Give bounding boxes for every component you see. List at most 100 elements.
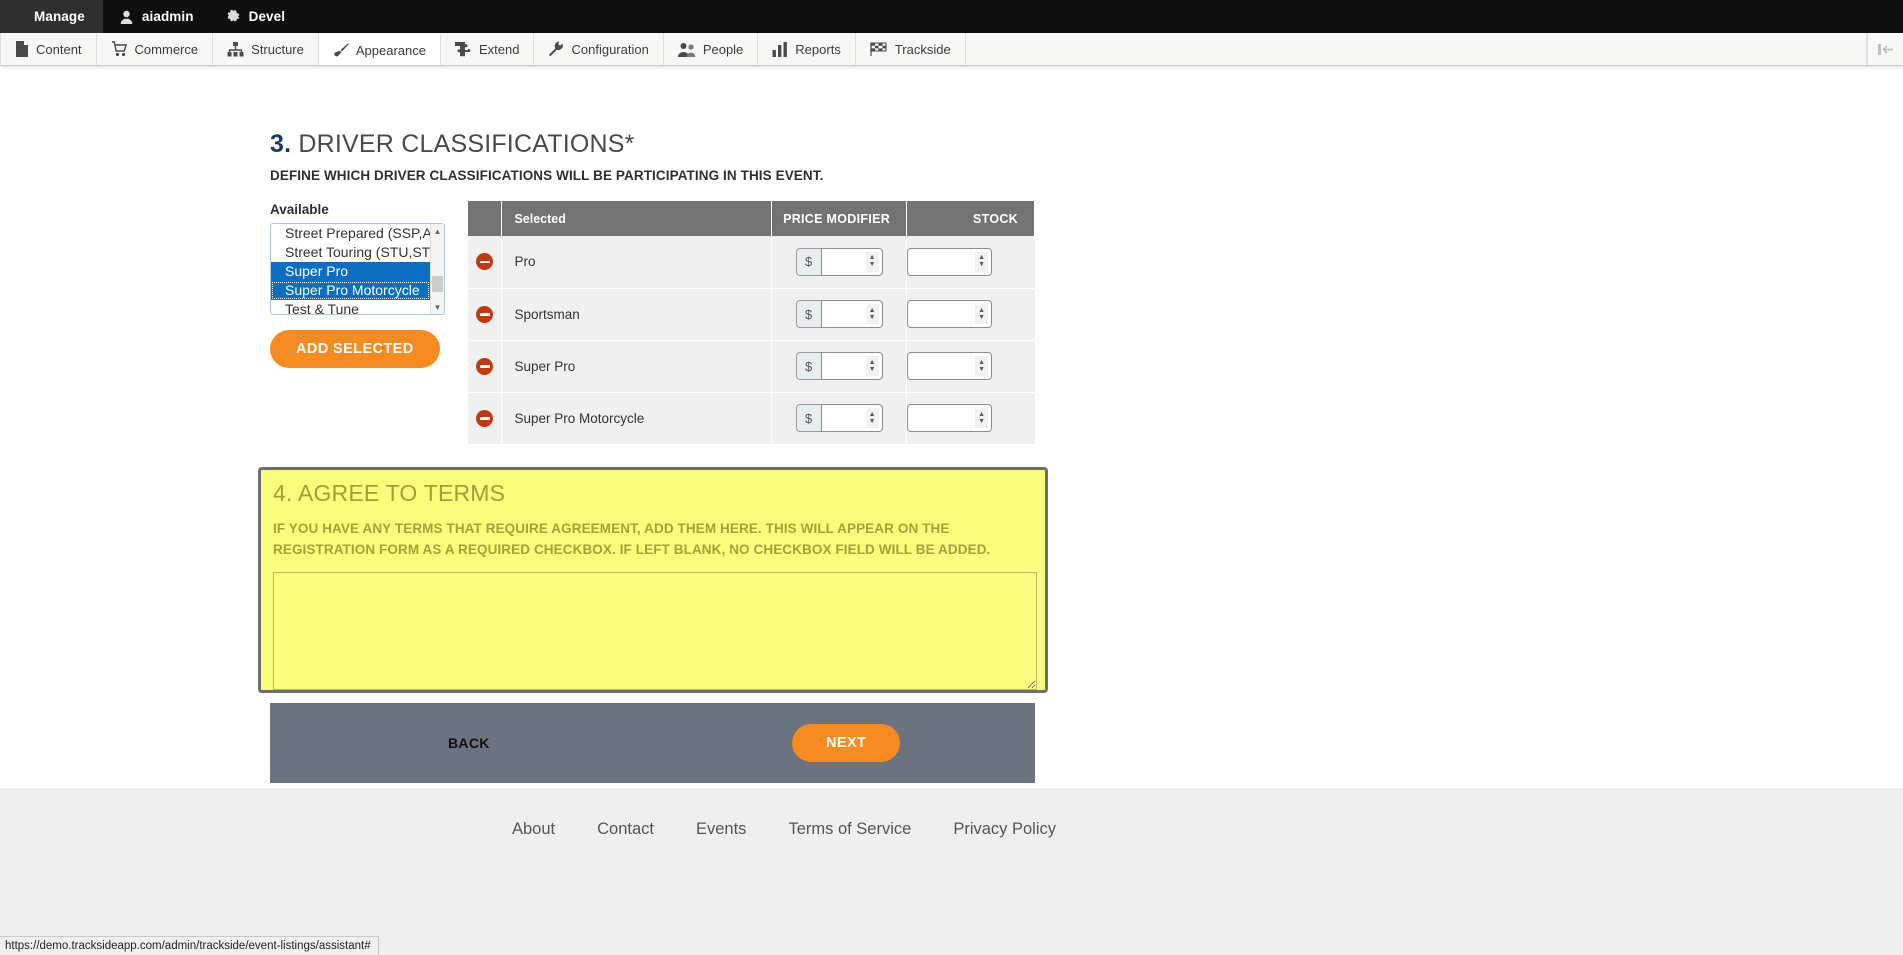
classification-name: Super Pro Motorcycle — [501, 392, 773, 445]
next-button[interactable]: NEXT — [792, 724, 901, 762]
cart-icon — [111, 41, 128, 57]
list-item[interactable]: Super Pro Motorcycle — [271, 281, 430, 300]
table-header: Selected PRICE MODIFIER STOCK — [468, 201, 1035, 236]
people-icon — [677, 42, 696, 57]
remove-icon[interactable] — [476, 253, 494, 271]
price-modifier-cell: $ ▲ ▼ — [771, 340, 908, 393]
listbox-options: Street Prepared (SSP,ASP Street Touring … — [271, 224, 430, 314]
remove-row-cell[interactable] — [468, 392, 503, 445]
list-item[interactable]: Street Prepared (SSP,ASP — [271, 224, 430, 243]
menu-item-trackside[interactable]: Trackside — [856, 33, 966, 65]
user-icon — [119, 9, 135, 25]
menu-item-content-label: Content — [36, 41, 82, 57]
price-stepper-icon[interactable]: ▲ ▼ — [865, 304, 879, 324]
menu-item-reports-label: Reports — [795, 41, 841, 57]
scrollbar-track[interactable] — [431, 238, 444, 300]
stock-input[interactable]: ▲ ▼ — [907, 352, 993, 380]
remove-icon[interactable] — [476, 357, 494, 375]
scrollbar-thumb[interactable] — [432, 276, 443, 292]
price-modifier-group: $ ▲ ▼ — [795, 247, 883, 276]
table-header-actions — [468, 201, 503, 236]
stock-input[interactable]: ▲ ▼ — [907, 247, 993, 276]
admin-toolbar: Manage aiadmin Devel — [0, 0, 1903, 33]
scroll-up-icon[interactable]: ▲ — [431, 224, 444, 238]
list-item[interactable]: Test & Tune — [271, 300, 430, 314]
menu-item-extend[interactable]: Extend — [441, 33, 535, 65]
stock-stepper-icon[interactable]: ▲ ▼ — [975, 356, 989, 376]
menu-item-content[interactable]: Content — [0, 33, 97, 65]
menu-spacer — [966, 33, 1867, 65]
toolbar-item-devel-label: Devel — [248, 9, 286, 24]
menu-item-trackside-label: Trackside — [894, 41, 951, 57]
toolbar-item-account-label: aiadmin — [141, 9, 194, 24]
toolbar-item-manage-label: Manage — [34, 9, 85, 24]
stock-input[interactable]: ▲ ▼ — [907, 300, 993, 328]
footer-link-events[interactable]: Events — [696, 820, 746, 839]
table-header-price-modifier: PRICE MODIFIER — [771, 201, 908, 236]
remove-icon[interactable] — [476, 409, 494, 427]
bar-chart-icon — [772, 41, 788, 57]
menu-item-commerce-label: Commerce — [134, 41, 199, 57]
footer-link-about[interactable]: About — [512, 820, 555, 839]
menu-item-reports[interactable]: Reports — [758, 33, 856, 65]
menu-item-people[interactable]: People — [664, 33, 759, 65]
collapse-toolbar-icon[interactable] — [1867, 33, 1903, 65]
menu-item-configuration[interactable]: Configuration — [534, 33, 664, 65]
list-item[interactable]: Street Touring (STU,STR,S — [271, 243, 430, 262]
toolbar-item-manage[interactable]: Manage — [0, 0, 103, 33]
price-stepper-icon[interactable]: ▲ ▼ — [865, 408, 879, 428]
menu-item-structure[interactable]: Structure — [213, 33, 319, 65]
stock-input[interactable]: ▲ ▼ — [907, 404, 993, 432]
stock-stepper-icon[interactable]: ▲ ▼ — [975, 304, 989, 324]
stock-cell: ▲ ▼ — [906, 392, 1035, 445]
wizard-nav-band: BACK NEXT — [270, 703, 1035, 783]
wrench-icon — [548, 41, 564, 57]
menu-item-appearance-label: Appearance — [355, 42, 426, 58]
price-modifier-cell: $ ▲ ▼ — [771, 236, 908, 289]
section3-title: DRIVER CLASSIFICATIONS* — [298, 130, 635, 158]
agree-to-terms-panel: 4. AGREE TO TERMS IF YOU HAVE ANY TERMS … — [258, 467, 1048, 693]
section3-description: DEFINE WHICH DRIVER CLASSIFICATIONS WILL… — [270, 168, 824, 183]
menu-item-appearance[interactable]: Appearance — [318, 33, 441, 65]
remove-row-cell[interactable] — [468, 236, 503, 289]
add-selected-button[interactable]: ADD SELECTED — [270, 330, 440, 368]
classification-name: Sportsman — [501, 288, 773, 341]
price-stepper-icon[interactable]: ▲ ▼ — [865, 356, 879, 376]
terms-textarea[interactable] — [273, 571, 1037, 690]
remove-icon[interactable] — [476, 305, 494, 323]
currency-symbol: $ — [795, 352, 821, 380]
table-row: Pro $ ▲ ▼ ▲ ▼ — [468, 236, 1035, 289]
checkered-flag-icon — [870, 42, 888, 56]
price-modifier-input[interactable]: ▲ ▼ — [820, 352, 883, 380]
price-modifier-input[interactable]: ▲ ▼ — [820, 300, 883, 328]
back-button[interactable]: BACK — [448, 735, 490, 751]
puzzle-icon — [455, 41, 472, 57]
stock-stepper-icon[interactable]: ▲ ▼ — [975, 251, 989, 272]
list-item[interactable]: Super Pro — [271, 262, 430, 281]
footer-link-privacy-policy[interactable]: Privacy Policy — [953, 820, 1056, 839]
price-modifier-input[interactable]: ▲ ▼ — [820, 247, 883, 276]
structure-icon — [227, 41, 244, 57]
available-classifications-listbox[interactable]: Street Prepared (SSP,ASP Street Touring … — [270, 223, 445, 315]
section4-description: IF YOU HAVE ANY TERMS THAT REQUIRE AGREE… — [273, 521, 991, 557]
paintbrush-icon — [333, 42, 349, 58]
price-modifier-input[interactable]: ▲ ▼ — [820, 404, 883, 432]
remove-row-cell[interactable] — [468, 288, 503, 341]
stock-stepper-icon[interactable]: ▲ ▼ — [975, 408, 989, 428]
menu-item-commerce[interactable]: Commerce — [97, 33, 214, 65]
listbox-scrollbar[interactable]: ▲ ▼ — [430, 224, 444, 314]
classification-name: Pro — [501, 236, 773, 289]
gear-icon — [226, 9, 242, 25]
classification-name: Super Pro — [501, 340, 773, 393]
scroll-down-icon[interactable]: ▼ — [431, 300, 444, 314]
toolbar-item-devel[interactable]: Devel — [210, 0, 302, 33]
page-content: 3. DRIVER CLASSIFICATIONS* DEFINE WHICH … — [0, 66, 1903, 955]
stock-cell: ▲ ▼ — [906, 288, 1035, 341]
footer-link-terms-of-service[interactable]: Terms of Service — [788, 820, 911, 839]
status-bar-url: https://demo.tracksideapp.com/admin/trac… — [0, 936, 379, 955]
footer-link-contact[interactable]: Contact — [597, 820, 654, 839]
table-row: Super Pro $ ▲ ▼ ▲ ▼ — [468, 340, 1035, 393]
price-stepper-icon[interactable]: ▲ ▼ — [865, 251, 879, 272]
toolbar-item-account[interactable]: aiadmin — [103, 0, 210, 33]
remove-row-cell[interactable] — [468, 340, 503, 393]
